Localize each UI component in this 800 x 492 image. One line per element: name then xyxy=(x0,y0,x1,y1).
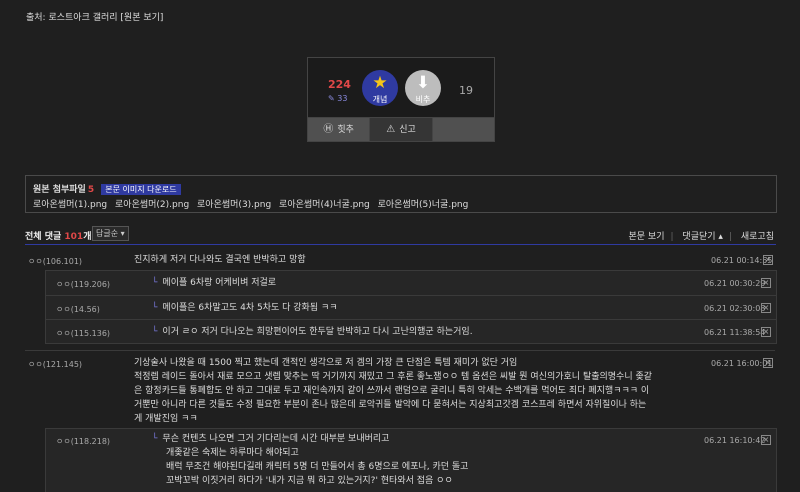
attachment-file[interactable]: 로아온썸머(4)너굴.png xyxy=(279,200,370,210)
reply-date: 06.21 11:38:54 xyxy=(704,328,766,337)
delete-icon[interactable]: × xyxy=(761,303,771,313)
attachment-file[interactable]: 로아온썸머(2).png xyxy=(115,200,189,210)
star-icon: ★ xyxy=(372,73,388,93)
downvote-count: 19 xyxy=(459,84,473,97)
reply-arrow-icon: └ xyxy=(152,327,158,337)
reply-text: └ 이거 ㄹㅇ 저거 다나오는 희망편이어도 한두달 반박하고 다시 고난의행군 … xyxy=(152,327,473,337)
comment-text: 진지하게 저거 다나와도 결국엔 반박하고 망함 xyxy=(134,255,306,265)
reply-author[interactable]: ㅇㅇ(115.136) xyxy=(56,328,110,339)
reply-text: └ 메이플 6차랑 어케비벼 저걸로 xyxy=(152,278,277,288)
caret-up-icon: ▴ xyxy=(718,232,723,242)
reply-text: └ 메이플은 6차말고도 4차 5차도 다 강화됨 ㅋㅋ xyxy=(152,303,338,313)
attachment-header: 원본 첨부파일 5 본문 이미지 다운로드 xyxy=(33,182,181,195)
delete-icon[interactable]: × xyxy=(761,435,771,445)
close-comments-link[interactable]: 댓글닫기 ▴ xyxy=(682,232,723,242)
attachment-file[interactable]: 로아온썸머(3).png xyxy=(197,200,271,210)
report-button[interactable]: ⚠ 신고 xyxy=(370,118,433,141)
comment-text: 기상술사 나왔을 때 1500 찍고 했는데 갠적인 생각으로 저 겜의 가장 … xyxy=(134,358,653,424)
view-post-link[interactable]: 본문 보기 xyxy=(629,232,665,242)
attachment-file-list: 로아온썸머(1).png 로아온썸머(2).png 로아온썸머(3).png 로… xyxy=(33,197,473,210)
share-icon: Ⓗ xyxy=(323,124,334,135)
reply-author[interactable]: ㅇㅇ(118.218) xyxy=(56,436,110,447)
upvote-count: 224 xyxy=(328,78,351,91)
reply-arrow-icon: └ xyxy=(152,303,158,313)
attachment-file[interactable]: 로아온썸머(1).png xyxy=(33,200,107,210)
reply: ㅇㅇ(119.206) └ 메이플 6차랑 어케비벼 저걸로 06.21 00:3… xyxy=(46,271,776,294)
comments-header: 전체 댓글 101개 답글순 ▾ 본문 보기 | 댓글닫기 ▴ | 새로고침 xyxy=(25,226,776,245)
delete-icon[interactable]: × xyxy=(761,278,771,288)
downvote-button[interactable]: ⬇ 비추 xyxy=(405,70,441,106)
reply-author[interactable]: ㅇㅇ(14.56) xyxy=(56,304,100,315)
vote-bar-empty xyxy=(432,118,494,141)
attachment-box: 원본 첨부파일 5 본문 이미지 다운로드 로아온썸머(1).png 로아온썸머(… xyxy=(25,175,777,213)
reply-arrow-icon: └ xyxy=(152,278,158,288)
fixed-upvote-count: ✎ 33 xyxy=(328,94,348,103)
reply-date: 06.21 02:30:08 xyxy=(704,304,766,313)
sort-select[interactable]: 답글순 ▾ xyxy=(92,226,129,241)
reply: ㅇㅇ(14.56) └ 메이플은 6차말고도 4차 5차도 다 강화됨 ㅋㅋ 06… xyxy=(46,295,776,319)
reply-date: 06.21 16:10:42 xyxy=(704,436,766,445)
refresh-link[interactable]: 새로고침 xyxy=(741,232,774,242)
reply-date: 06.21 00:30:29 xyxy=(704,279,766,288)
reply-author[interactable]: ㅇㅇ(119.206) xyxy=(56,279,110,290)
vote-actions: Ⓗ 힛추 ⚠ 신고 xyxy=(308,117,494,141)
comment-author[interactable]: ㅇㅇ(121.145) xyxy=(28,359,82,370)
upvote-button[interactable]: ★ 개념 xyxy=(362,70,398,106)
comment-author[interactable]: ㅇㅇ(106.101) xyxy=(28,256,82,267)
source-link[interactable]: 출처: 로스트아크 갤러리 [원본 보기] xyxy=(26,10,163,23)
delete-icon[interactable]: × xyxy=(763,358,773,368)
reply: ㅇㅇ(118.218) └ 무슨 컨텐츠 나오면 그거 기다리는데 시간 대부분 … xyxy=(46,429,776,492)
siren-icon: ⚠ xyxy=(386,124,396,135)
download-images-button[interactable]: 본문 이미지 다운로드 xyxy=(101,184,181,195)
chevron-down-icon: ▾ xyxy=(120,229,125,238)
share-button[interactable]: Ⓗ 힛추 xyxy=(308,118,371,141)
reply-list: ㅇㅇ(118.218) └ 무슨 컨텐츠 나오면 그거 기다리는데 시간 대부분 … xyxy=(45,428,777,492)
comments-title: 전체 댓글 101개 xyxy=(25,232,92,242)
vote-box: 224 ✎ 33 ★ 개념 ⬇ 비추 19 Ⓗ 힛추 ⚠ 신고 xyxy=(307,57,495,142)
reply-text: └ 무슨 컨텐츠 나오면 그거 기다리는데 시간 대부분 보내버리고 개좆같은 숙… xyxy=(152,434,469,486)
reply: ㅇㅇ(115.136) └ 이거 ㄹㅇ 저거 다나오는 희망편이어도 한두달 반박… xyxy=(46,319,776,343)
arrow-down-icon: ⬇ xyxy=(415,73,431,93)
reply-arrow-icon: └ xyxy=(152,434,158,444)
delete-icon[interactable]: × xyxy=(763,255,773,265)
comments-links: 본문 보기 | 댓글닫기 ▴ | 새로고침 xyxy=(628,232,774,242)
fixed-icon: ✎ xyxy=(328,94,335,103)
attachment-file[interactable]: 로아온썸머(5)너굴.png xyxy=(378,200,469,210)
reply-list: ㅇㅇ(119.206) └ 메이플 6차랑 어케비벼 저걸로 06.21 00:3… xyxy=(45,270,777,344)
delete-icon[interactable]: × xyxy=(761,327,771,337)
divider xyxy=(25,350,775,351)
